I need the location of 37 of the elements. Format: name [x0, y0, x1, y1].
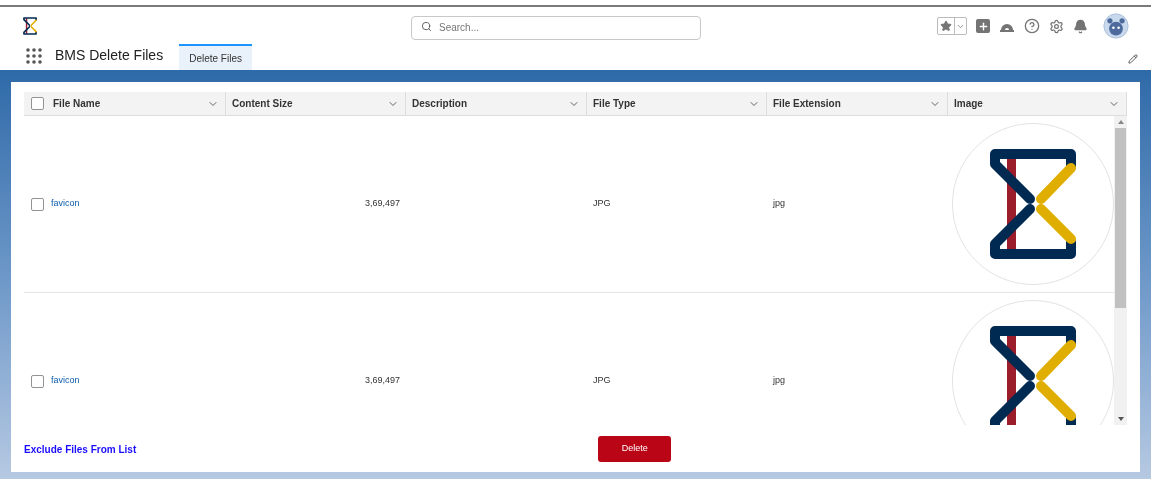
- add-icon[interactable]: [976, 19, 990, 33]
- search-field[interactable]: Search...: [411, 15, 701, 40]
- column-header[interactable]: Description: [406, 92, 587, 115]
- column-header[interactable]: File Extension: [767, 92, 948, 115]
- file-type: JPG: [593, 375, 611, 386]
- file-name-link[interactable]: favicon: [51, 198, 80, 209]
- row-checkbox[interactable]: [31, 197, 44, 211]
- column-header[interactable]: Image: [948, 92, 1127, 115]
- help-icon[interactable]: [1024, 18, 1040, 34]
- favorites-button[interactable]: [937, 17, 967, 35]
- row-checkbox[interactable]: [31, 374, 44, 388]
- exclude-files-link[interactable]: Exclude Files From List: [24, 441, 137, 457]
- file-name-link[interactable]: favicon: [51, 375, 80, 386]
- select-all-checkbox[interactable]: [31, 97, 44, 110]
- app-name: BMS Delete Files: [55, 46, 164, 65]
- content-size: 3,69,497: [364, 375, 400, 386]
- delete-button[interactable]: Delete: [598, 436, 672, 462]
- content-size: 3,69,497: [364, 198, 400, 209]
- column-header[interactable]: File Type: [587, 92, 767, 115]
- settings-icon[interactable]: [1049, 18, 1064, 34]
- column-header[interactable]: File Name: [47, 92, 226, 115]
- file-extension: jpg: [773, 198, 785, 209]
- scrollbar[interactable]: [1114, 116, 1127, 425]
- edit-icon[interactable]: [1128, 54, 1138, 64]
- star-icon: [940, 20, 952, 32]
- column-header[interactable]: Content Size: [226, 92, 406, 115]
- logo-icon: [22, 16, 38, 36]
- nav-tab[interactable]: Delete Files: [179, 44, 252, 70]
- file-type: JPG: [593, 198, 611, 209]
- avatar-icon[interactable]: [1103, 13, 1129, 39]
- app-launcher-icon[interactable]: [25, 47, 43, 65]
- search-icon: [421, 21, 432, 32]
- file-extension: jpg: [773, 375, 785, 386]
- notifications-icon[interactable]: [1073, 18, 1088, 34]
- scroll-down-icon[interactable]: [1117, 417, 1124, 421]
- scroll-up-icon[interactable]: [1117, 120, 1124, 124]
- scrollbar-thumb[interactable]: [1115, 128, 1126, 308]
